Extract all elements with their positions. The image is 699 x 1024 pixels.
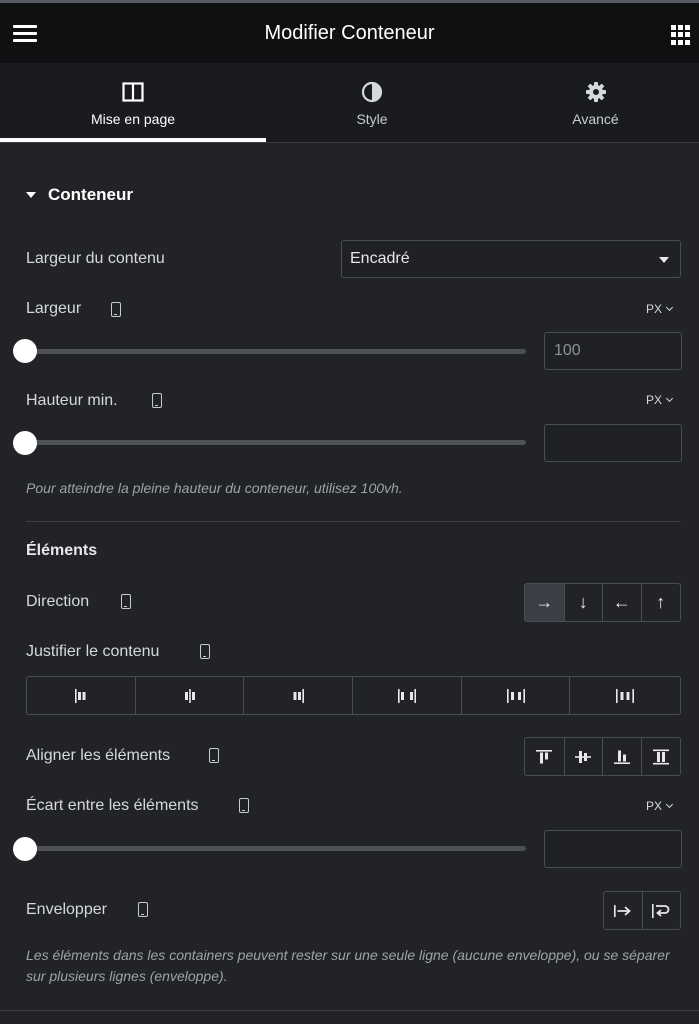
- tab-label: Mise en page: [90, 111, 176, 127]
- responsive-mobile-icon[interactable]: [121, 594, 131, 609]
- align-start-button[interactable]: [525, 738, 565, 775]
- justify-space-around-button[interactable]: [462, 677, 571, 714]
- justify-control: [26, 676, 681, 715]
- width-input[interactable]: 100: [544, 332, 682, 370]
- justify-center-icon: [184, 688, 195, 703]
- gap-slider-handle[interactable]: [13, 837, 37, 861]
- gap-label: Écart entre les éléments: [26, 797, 199, 814]
- panel-title: Modifier Conteneur: [264, 21, 435, 44]
- min-height-label: Hauteur min.: [26, 392, 118, 409]
- wrap-button[interactable]: [643, 892, 681, 929]
- tab-mise-en-page[interactable]: Mise en page: [0, 63, 266, 143]
- justify-center-button[interactable]: [136, 677, 245, 714]
- justify-end-icon: [293, 688, 305, 703]
- responsive-mobile-icon[interactable]: [239, 798, 249, 813]
- align-label: Aligner les éléments: [26, 747, 171, 764]
- width-placeholder: 100: [554, 342, 581, 359]
- direction-control: → ↓ ← ↑: [524, 583, 681, 622]
- justify-space-evenly-icon: [616, 688, 635, 703]
- caret-down-icon: [26, 192, 36, 198]
- align-center-button[interactable]: [565, 738, 603, 775]
- direction-column-reverse-button[interactable]: ↑: [642, 584, 681, 621]
- gap-input[interactable]: [544, 830, 682, 868]
- gap-unit-selector[interactable]: PX: [646, 799, 674, 813]
- justify-space-between-icon: [397, 688, 416, 703]
- direction-column-button[interactable]: ↓: [565, 584, 603, 621]
- layout-icon: [122, 81, 144, 103]
- caret-down-icon: [659, 257, 669, 263]
- width-unit-selector[interactable]: PX: [646, 302, 674, 316]
- grid-icon[interactable]: [671, 25, 691, 45]
- justify-space-between-button[interactable]: [353, 677, 462, 714]
- section-divider: [26, 521, 681, 522]
- contrast-icon: [361, 81, 383, 103]
- chevron-down-icon: [665, 800, 674, 809]
- wrap-label: Envelopper: [26, 901, 107, 918]
- min-height-input[interactable]: [544, 424, 682, 462]
- justify-end-button[interactable]: [244, 677, 354, 714]
- responsive-mobile-icon[interactable]: [152, 393, 162, 408]
- unit-label: PX: [646, 393, 663, 407]
- width-slider-track[interactable]: [26, 349, 526, 354]
- section-divider: [0, 1010, 699, 1011]
- responsive-mobile-icon[interactable]: [138, 902, 148, 917]
- section-title: Conteneur: [48, 185, 133, 204]
- width-label: Largeur: [26, 300, 82, 317]
- gear-icon: [585, 81, 607, 103]
- align-start-icon: [536, 749, 553, 763]
- tab-label: Avancé: [572, 111, 619, 127]
- justify-label: Justifier le contenu: [26, 643, 160, 660]
- wrap-control: [603, 891, 681, 930]
- align-stretch-icon: [652, 749, 669, 764]
- direction-row-reverse-button[interactable]: ←: [603, 584, 642, 621]
- direction-row-button[interactable]: →: [525, 584, 565, 621]
- align-center-icon: [575, 750, 592, 763]
- content-width-label: Largeur du contenu: [26, 250, 165, 267]
- chevron-down-icon: [665, 394, 674, 403]
- arrow-down-icon: ↓: [578, 592, 588, 612]
- width-slider-handle[interactable]: [13, 339, 37, 363]
- content-width-select[interactable]: Encadré: [341, 240, 681, 278]
- tab-label: Style: [356, 111, 388, 127]
- content-width-value: Encadré: [350, 250, 410, 267]
- min-height-hint: Pour atteindre la pleine hauteur du cont…: [26, 480, 403, 496]
- justify-space-around-icon: [506, 688, 525, 703]
- direction-label: Direction: [26, 593, 90, 610]
- wrap-hint: Les éléments dans les containers peuvent…: [26, 947, 670, 984]
- align-end-icon: [613, 750, 630, 764]
- align-stretch-button[interactable]: [642, 738, 681, 775]
- active-tab-indicator: [0, 138, 266, 142]
- responsive-mobile-icon[interactable]: [209, 748, 219, 763]
- min-height-unit-selector[interactable]: PX: [646, 393, 674, 407]
- justify-start-button[interactable]: [27, 677, 136, 714]
- chevron-down-icon: [665, 303, 674, 312]
- align-control: [524, 737, 681, 776]
- min-height-slider-track[interactable]: [26, 440, 526, 445]
- arrow-right-icon: →: [535, 592, 554, 612]
- justify-start-icon: [74, 688, 86, 703]
- elements-heading: Éléments: [26, 542, 98, 559]
- arrow-left-icon: ←: [612, 592, 631, 612]
- unit-label: PX: [646, 302, 663, 316]
- wrap-icon: [652, 903, 670, 918]
- arrow-up-icon: ↑: [656, 592, 666, 612]
- tab-style[interactable]: Style: [266, 63, 478, 143]
- unit-label: PX: [646, 799, 663, 813]
- justify-space-evenly-button[interactable]: [570, 677, 680, 714]
- responsive-mobile-icon[interactable]: [111, 302, 121, 317]
- gap-slider-track[interactable]: [26, 846, 526, 851]
- panel-header: Modifier Conteneur: [0, 3, 699, 63]
- panel-tabs: Mise en page Style Avancé: [0, 63, 699, 143]
- no-wrap-button[interactable]: [604, 892, 643, 929]
- min-height-slider-handle[interactable]: [13, 431, 37, 455]
- section-toggle-conteneur[interactable]: Conteneur: [26, 185, 133, 205]
- tab-avance[interactable]: Avancé: [492, 63, 699, 143]
- hamburger-icon[interactable]: [13, 25, 37, 43]
- no-wrap-icon: [613, 904, 631, 917]
- align-end-button[interactable]: [603, 738, 642, 775]
- responsive-mobile-icon[interactable]: [200, 644, 210, 659]
